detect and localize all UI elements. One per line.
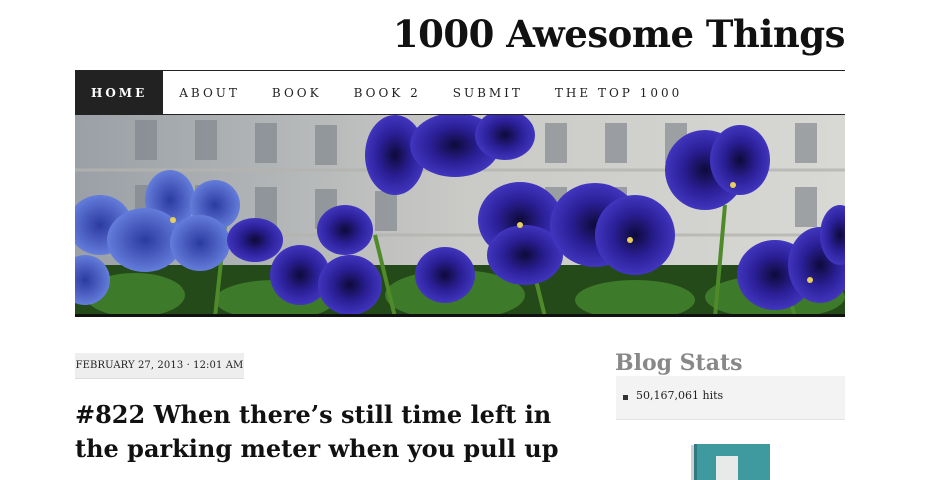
nav-item-the-top-1000[interactable]: THE TOP 1000	[539, 71, 698, 114]
post-title[interactable]: #822 When there’s still time left in the…	[75, 398, 575, 466]
book-cover-image[interactable]	[688, 444, 772, 480]
header-image-pansies	[75, 115, 845, 317]
main-nav: HOME ABOUT BOOK BOOK 2 SUBMIT THE TOP 10…	[75, 70, 845, 115]
nav-item-submit[interactable]: SUBMIT	[437, 71, 539, 114]
nav-item-book[interactable]: BOOK	[256, 71, 338, 114]
nav-item-about[interactable]: ABOUT	[163, 71, 256, 114]
blog-stats-box: 50,167,061 hits	[616, 376, 845, 420]
nav-item-book-2[interactable]: BOOK 2	[338, 71, 437, 114]
post-date[interactable]: FEBRUARY 27, 2013 · 12:01 AM	[75, 353, 244, 379]
blog-stats-hits: 50,167,061 hits	[636, 389, 724, 402]
site-title[interactable]: 1000 Awesome Things	[393, 12, 846, 56]
nav-item-home[interactable]: HOME	[75, 71, 164, 114]
blog-stats-title: Blog Stats	[615, 350, 743, 376]
bullet-icon	[623, 395, 628, 400]
